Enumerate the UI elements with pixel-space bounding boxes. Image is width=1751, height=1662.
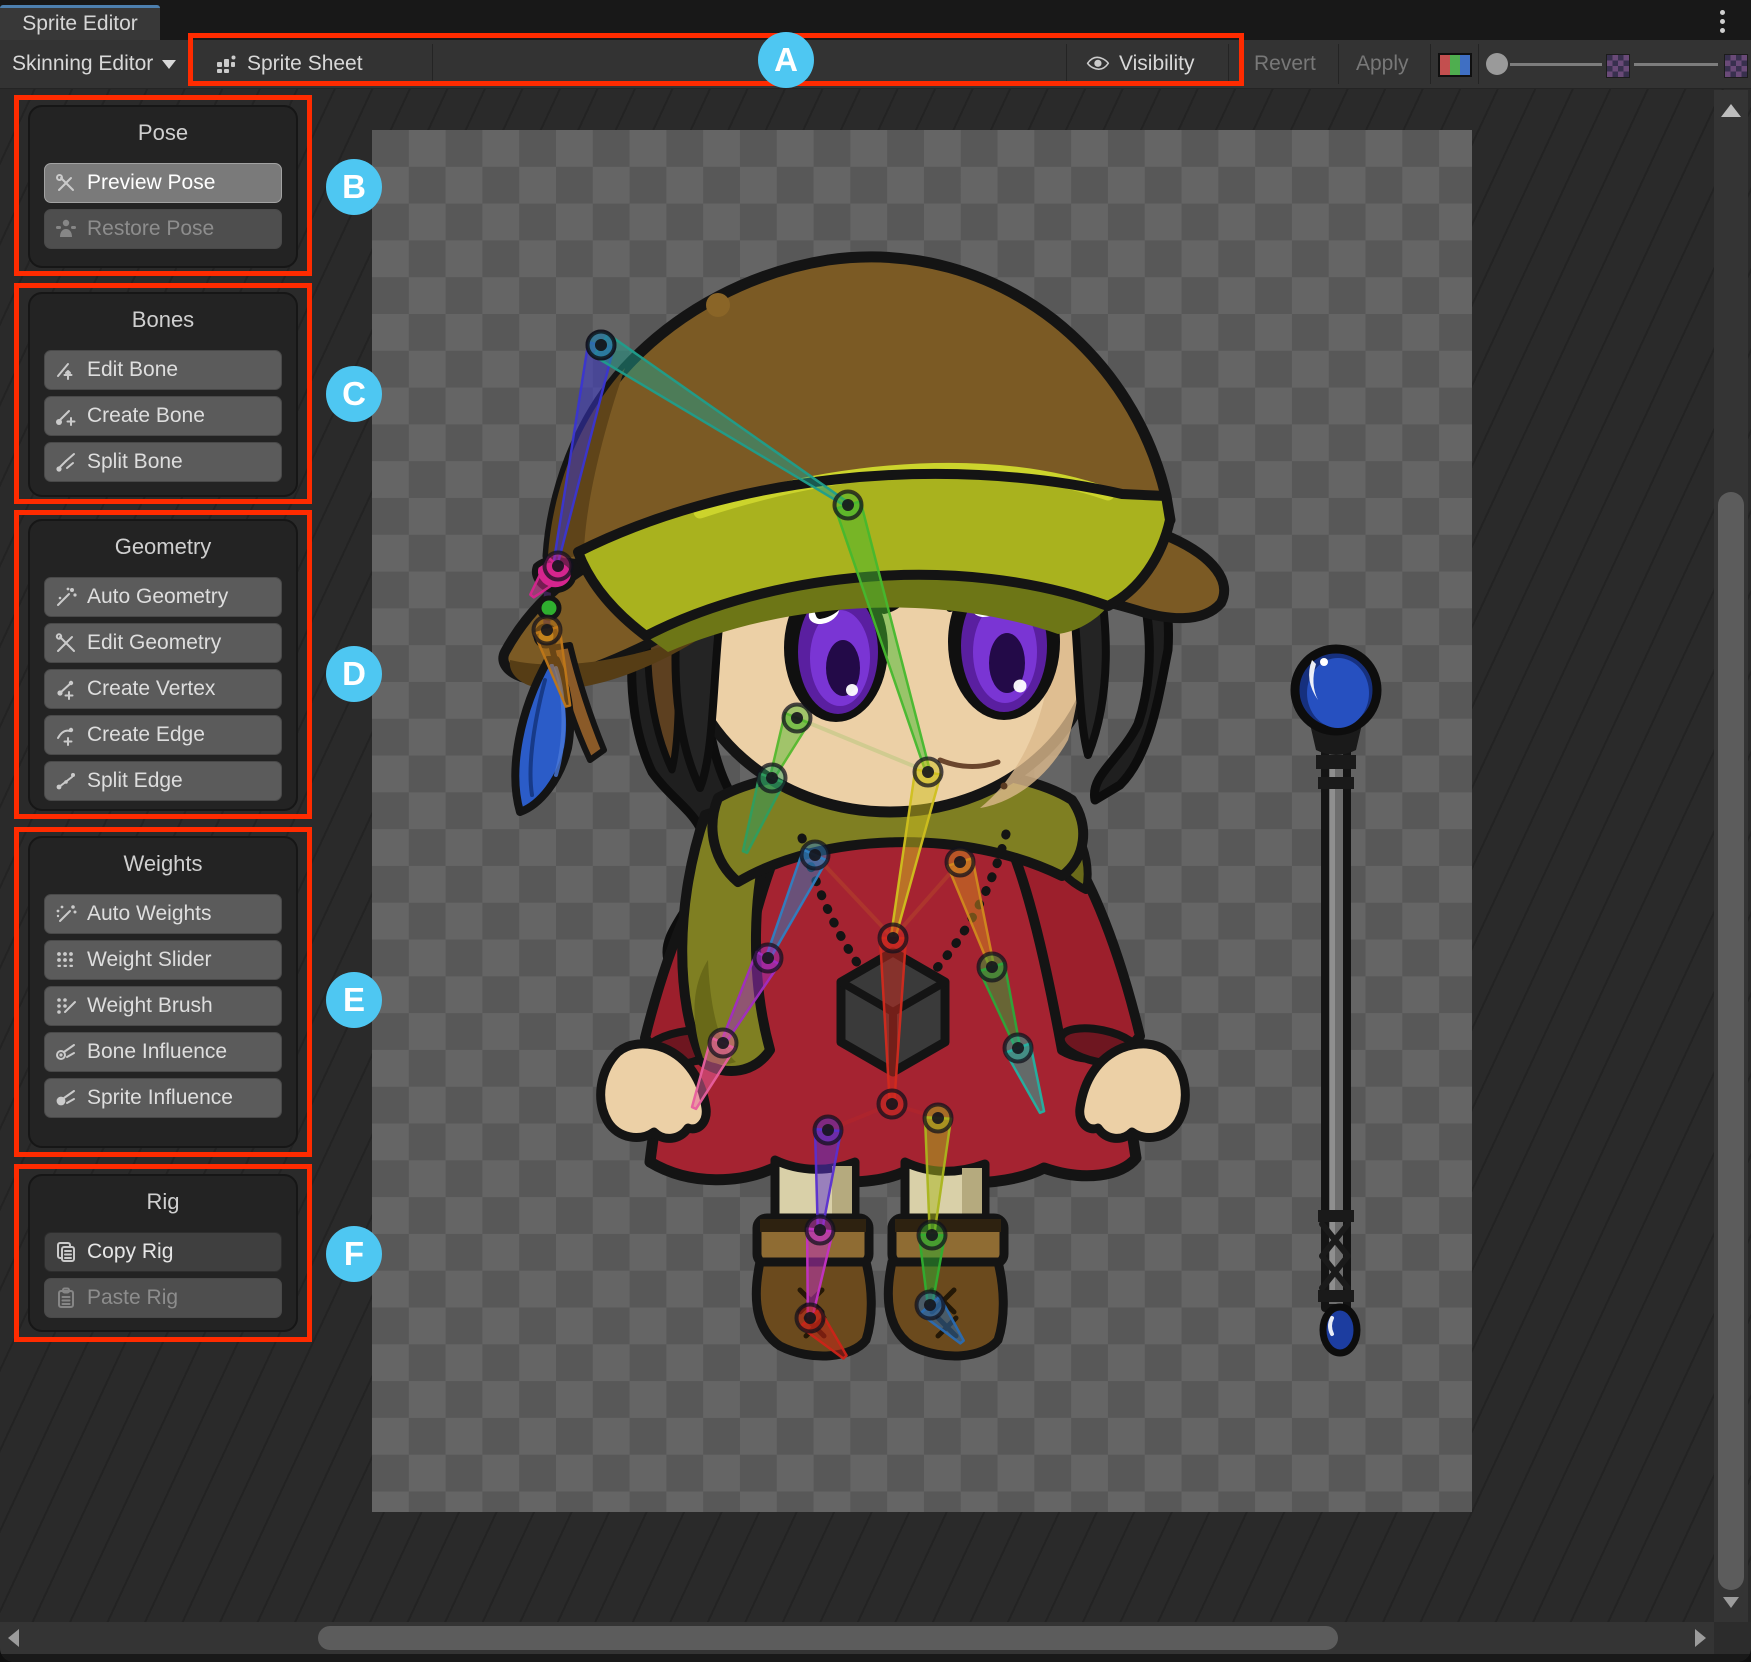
badge-e: E [326,972,382,1028]
toolbar-separator [1338,44,1339,84]
sprite-editor-window: Sprite Editor Skinning Editor Sprite She… [0,0,1751,1662]
revert-label: Revert [1254,52,1316,76]
scroll-down-icon[interactable] [1723,1597,1739,1608]
annotation-box-a [188,33,1244,86]
apply-button[interactable]: Apply [1356,40,1409,88]
horizontal-scrollbar[interactable] [0,1622,1714,1654]
opacity-slider-track[interactable] [1510,63,1602,66]
sprite-opacity-swatch-icon[interactable] [1606,54,1630,78]
revert-button[interactable]: Revert [1254,40,1316,88]
window-bottom-edge [0,1654,1751,1662]
toolbar-separator [1478,44,1479,84]
bone-opacity-slider-track[interactable] [1634,63,1718,66]
vertical-scrollbar[interactable] [1714,90,1748,1622]
skinning-editor-dropdown[interactable]: Skinning Editor [12,40,176,88]
scroll-left-icon[interactable] [8,1629,19,1647]
annotation-box-c [14,283,312,504]
chevron-down-icon [162,60,176,69]
badge-d: D [326,646,382,702]
scrollbar-corner [1714,1622,1751,1654]
horizontal-scroll-thumb[interactable] [318,1626,1338,1650]
annotation-box-d [14,510,312,819]
apply-label: Apply [1356,52,1409,76]
tab-sprite-editor-label: Sprite Editor [22,12,138,36]
tab-sprite-editor[interactable]: Sprite Editor [0,5,160,40]
badge-b: B [326,159,382,215]
scroll-right-icon[interactable] [1695,1629,1706,1647]
kebab-menu-icon[interactable] [1720,10,1725,15]
annotation-box-b [14,95,312,276]
scroll-up-icon[interactable] [1721,104,1741,117]
sprite-canvas[interactable] [372,130,1472,1512]
skeleton-overlay[interactable] [372,130,1472,1512]
opacity-slider-knob[interactable] [1486,53,1508,75]
mode-dropdown-label: Skinning Editor [12,52,153,76]
badge-f: F [326,1226,382,1282]
annotation-box-f [14,1164,312,1342]
bone-opacity-swatch-icon[interactable] [1724,54,1748,78]
vertical-scroll-thumb[interactable] [1718,492,1744,1590]
badge-a: A [758,32,814,88]
color-channels-icon[interactable] [1438,53,1472,77]
annotation-box-e [14,827,312,1157]
badge-c: C [326,366,382,422]
toolbar-separator [1430,44,1431,84]
